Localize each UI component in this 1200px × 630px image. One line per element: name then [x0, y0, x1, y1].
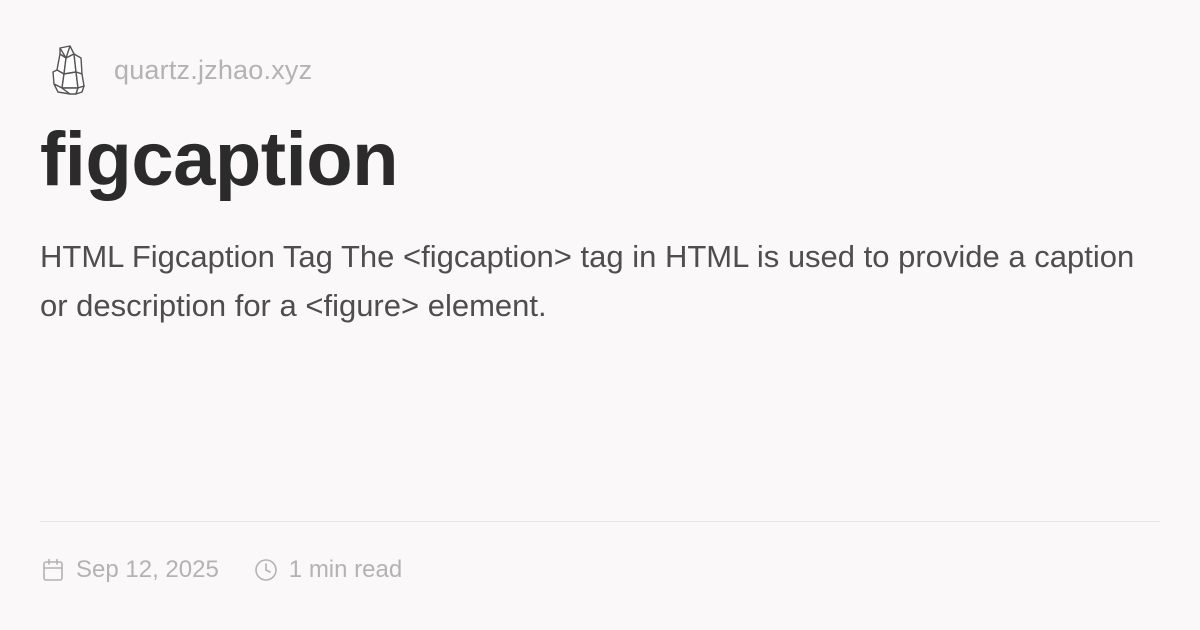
date-meta: Sep 12, 2025	[40, 556, 219, 584]
read-time: 1 min read	[288, 556, 403, 583]
site-header: quartz.jzhao.xyz	[40, 40, 312, 100]
social-preview-card: quartz.jzhao.xyz figcaption HTML Figcapt…	[0, 0, 1200, 630]
read-time-meta: 1 min read	[253, 556, 402, 584]
page-title: figcaption	[40, 117, 399, 202]
quartz-crystal-icon	[40, 42, 96, 98]
page-meta: Sep 12, 2025 1 min read	[40, 556, 402, 584]
calendar-icon	[40, 557, 66, 583]
site-url: quartz.jzhao.xyz	[114, 54, 313, 85]
publish-date: Sep 12, 2025	[76, 556, 219, 583]
clock-icon	[253, 557, 279, 583]
divider	[40, 521, 1160, 522]
page-description: HTML Figcaption Tag The <figcaption> tag…	[40, 239, 1135, 323]
